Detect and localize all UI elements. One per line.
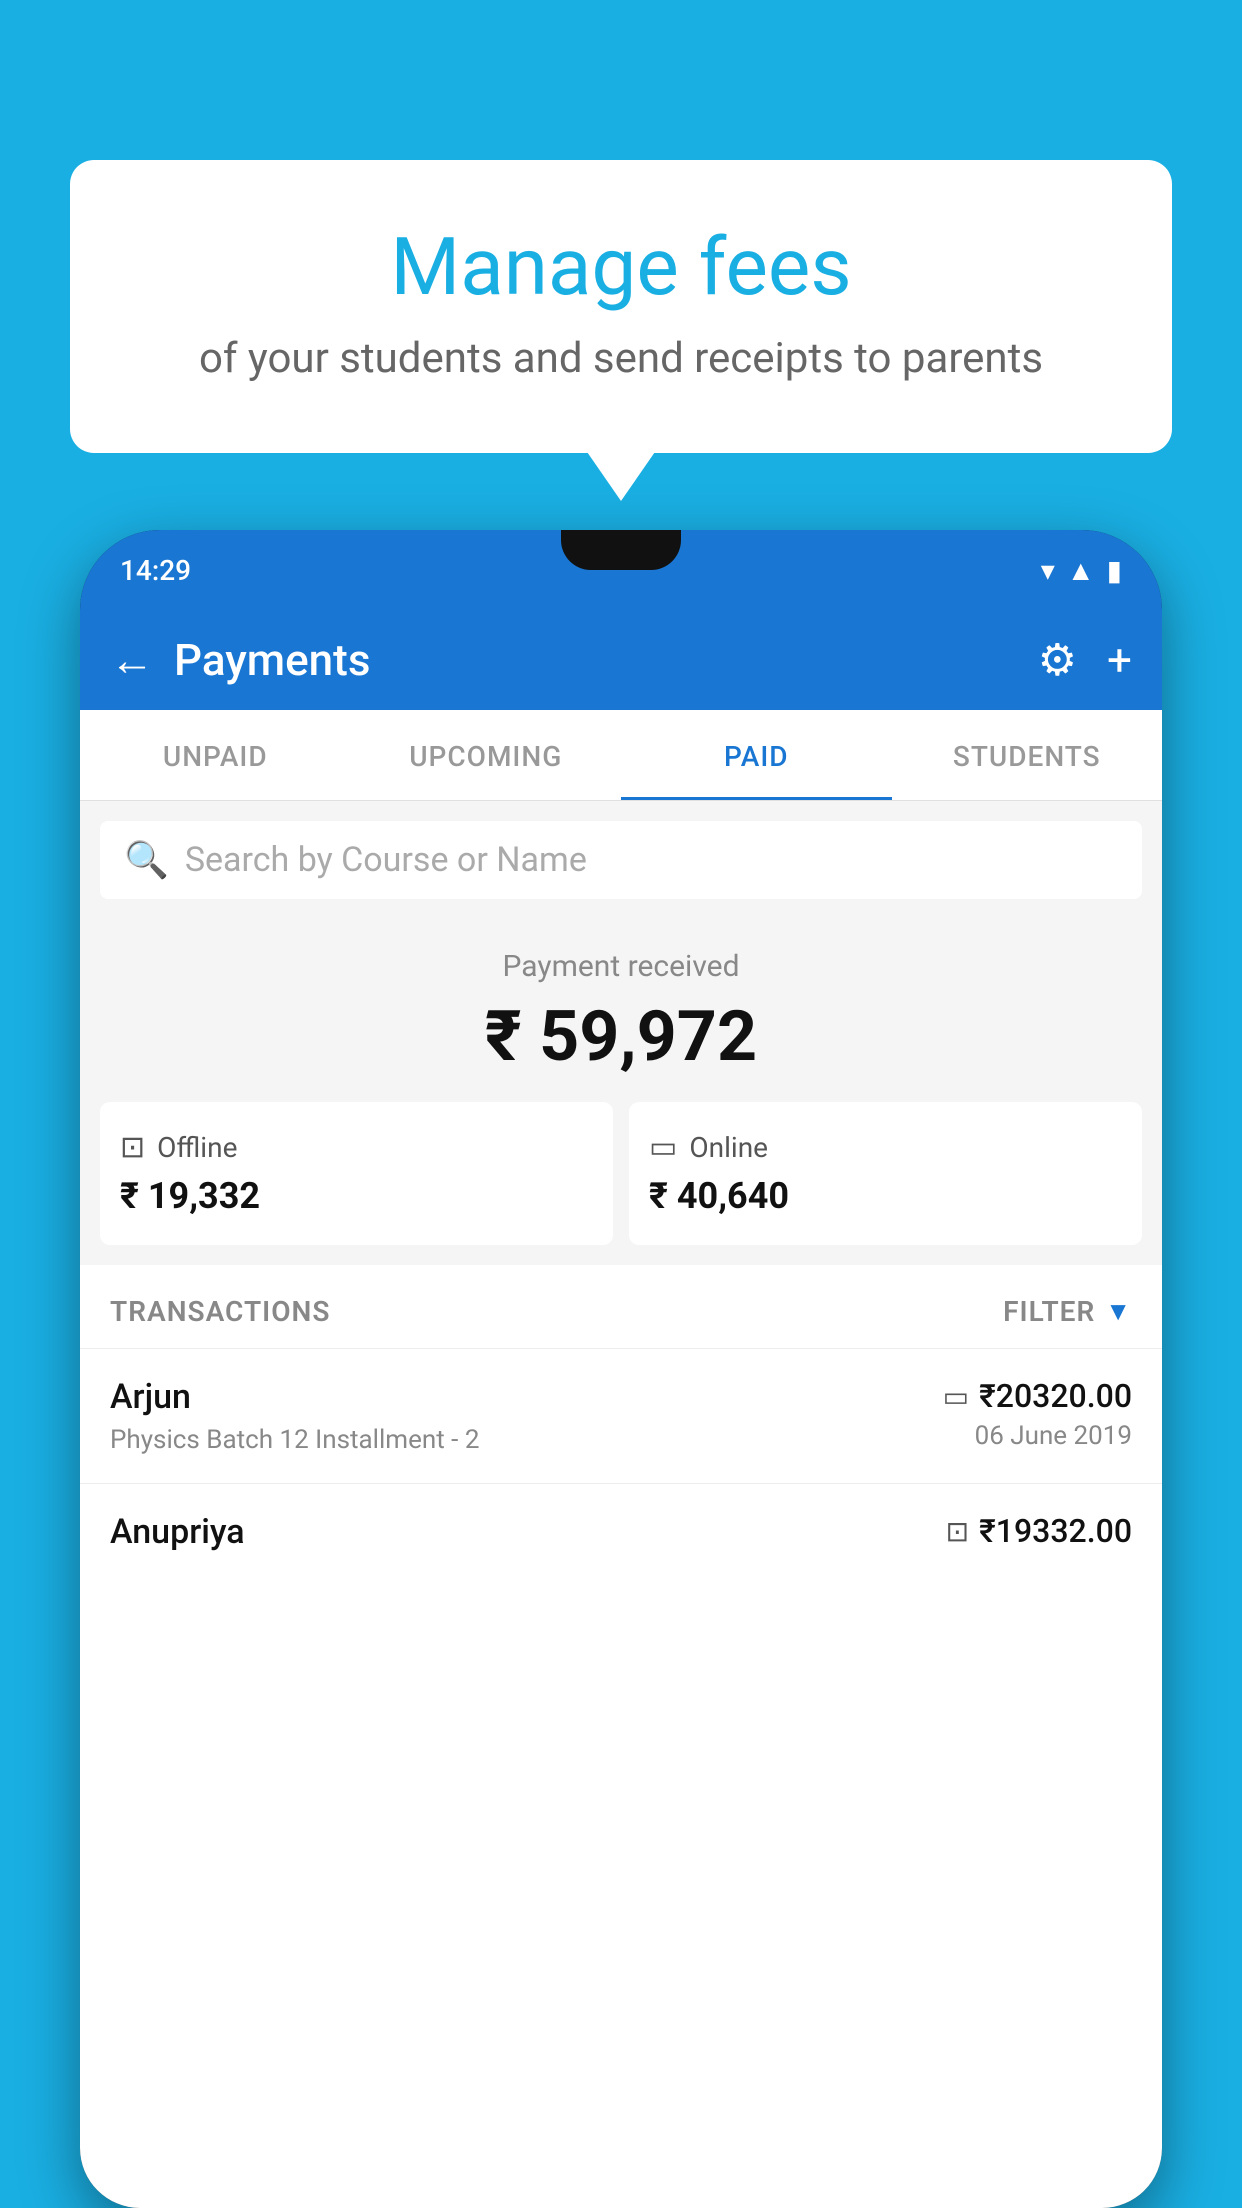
- transaction-left-2: Anupriya: [110, 1512, 245, 1560]
- tab-students[interactable]: STUDENTS: [892, 710, 1163, 800]
- search-container: 🔍 Search by Course or Name: [80, 801, 1162, 919]
- signal-icon: ▲: [1067, 554, 1095, 587]
- online-amount: ₹ 40,640: [649, 1175, 1122, 1217]
- filter-label: FILTER: [1003, 1295, 1095, 1328]
- transaction-name-2: Anupriya: [110, 1512, 245, 1552]
- header-left: ← Payments: [110, 634, 370, 686]
- table-row[interactable]: Arjun Physics Batch 12 Installment - 2 ▭…: [80, 1348, 1162, 1483]
- payment-cards: ⊡ Offline ₹ 19,332 ▭ Online ₹ 40,640: [100, 1102, 1142, 1245]
- phone-screen: UNPAID UPCOMING PAID STUDENTS 🔍 Search b…: [80, 710, 1162, 2208]
- header-right: ⚙ +: [1038, 634, 1132, 686]
- search-input[interactable]: Search by Course or Name: [185, 840, 587, 880]
- payment-summary: Payment received ₹ 59,972 ⊡ Offline ₹ 19…: [80, 919, 1162, 1265]
- table-row[interactable]: Anupriya ⊡ ₹19332.00: [80, 1483, 1162, 1588]
- transaction-name-1: Arjun: [110, 1377, 479, 1417]
- offline-label: Offline: [157, 1131, 237, 1164]
- tab-unpaid[interactable]: UNPAID: [80, 710, 351, 800]
- battery-icon: ▮: [1107, 554, 1122, 587]
- settings-icon[interactable]: ⚙: [1038, 634, 1077, 686]
- add-icon[interactable]: +: [1107, 634, 1132, 686]
- page-title: Payments: [174, 634, 370, 686]
- transactions-header: TRANSACTIONS FILTER ▼: [80, 1265, 1162, 1348]
- status-icons: ▾ ▲ ▮: [1041, 554, 1122, 587]
- speech-bubble: Manage fees of your students and send re…: [70, 160, 1172, 453]
- search-icon: 🔍: [124, 839, 169, 881]
- tab-bar: UNPAID UPCOMING PAID STUDENTS: [80, 710, 1162, 801]
- phone-frame: 14:29 ▾ ▲ ▮ ← Payments ⚙ + UNPAID UPCOMI…: [80, 530, 1162, 2208]
- status-bar: 14:29 ▾ ▲ ▮: [80, 530, 1162, 610]
- transaction-right-2: ⊡ ₹19332.00: [946, 1512, 1132, 1556]
- offline-amount: ₹ 19,332: [120, 1175, 593, 1217]
- phone-notch: [561, 530, 681, 570]
- transaction-date-1: 06 June 2019: [943, 1421, 1132, 1451]
- offline-payment-card: ⊡ Offline ₹ 19,332: [100, 1102, 613, 1245]
- online-label: Online: [689, 1131, 768, 1164]
- transaction-left-1: Arjun Physics Batch 12 Installment - 2: [110, 1377, 479, 1455]
- app-header: ← Payments ⚙ +: [80, 610, 1162, 710]
- back-button[interactable]: ←: [110, 634, 154, 686]
- bubble-title: Manage fees: [120, 220, 1122, 314]
- transaction-amount-1: ₹20320.00: [979, 1377, 1132, 1415]
- payment-type-icon-2: ⊡: [946, 1515, 969, 1548]
- transaction-right-1: ▭ ₹20320.00 06 June 2019: [943, 1377, 1132, 1451]
- bubble-subtitle: of your students and send receipts to pa…: [120, 334, 1122, 383]
- online-icon: ▭: [649, 1130, 677, 1165]
- search-bar[interactable]: 🔍 Search by Course or Name: [100, 821, 1142, 899]
- wifi-icon: ▾: [1041, 554, 1055, 587]
- payment-type-icon-1: ▭: [943, 1380, 969, 1413]
- transaction-detail-1: Physics Batch 12 Installment - 2: [110, 1425, 479, 1455]
- online-payment-card: ▭ Online ₹ 40,640: [629, 1102, 1142, 1245]
- payment-total-amount: ₹ 59,972: [100, 996, 1142, 1078]
- filter-icon: ▼: [1105, 1296, 1132, 1327]
- transactions-label: TRANSACTIONS: [110, 1295, 330, 1328]
- offline-icon: ⊡: [120, 1130, 145, 1165]
- status-time: 14:29: [120, 554, 191, 587]
- tab-paid[interactable]: PAID: [621, 710, 892, 800]
- filter-button[interactable]: FILTER ▼: [1003, 1295, 1132, 1328]
- transaction-amount-2: ₹19332.00: [979, 1512, 1132, 1550]
- payment-received-label: Payment received: [100, 949, 1142, 984]
- tab-upcoming[interactable]: UPCOMING: [351, 710, 622, 800]
